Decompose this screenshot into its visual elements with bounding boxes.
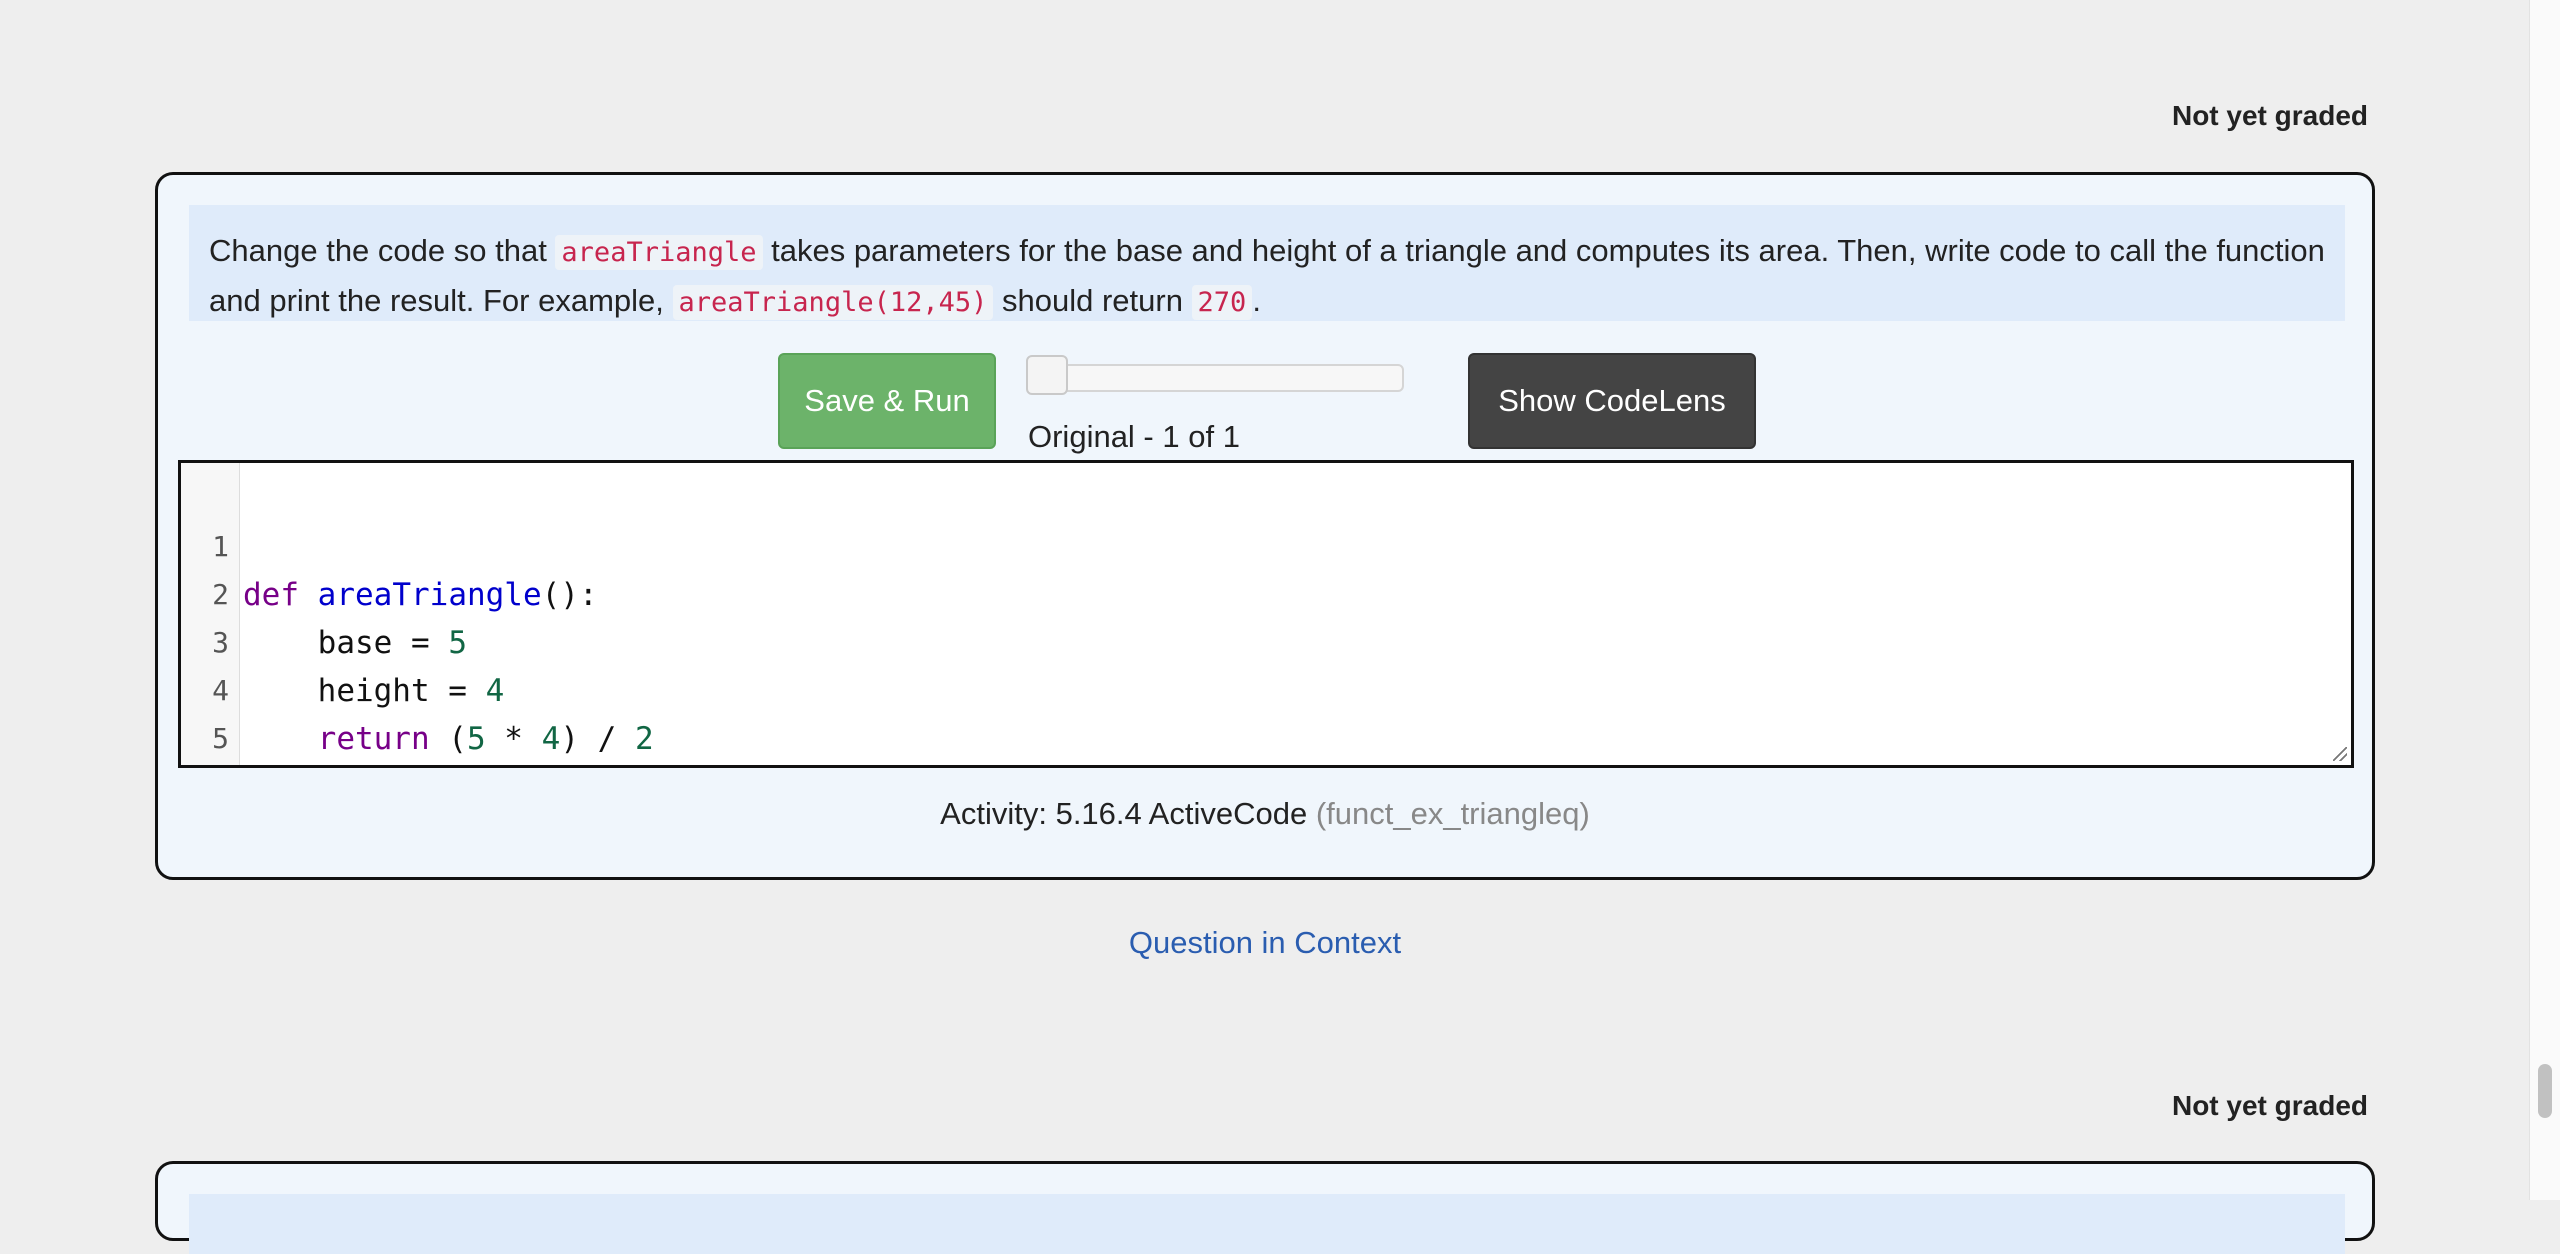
code-line[interactable]: 2 base = 5	[181, 523, 2351, 571]
activity-id: (funct_ex_triangleq)	[1316, 796, 1590, 831]
code-line[interactable]: 4 return (5 * 4) / 2	[181, 619, 2351, 667]
line-number: 6	[181, 763, 229, 768]
history-slider[interactable]	[1028, 364, 1404, 392]
code-line[interactable]: 5	[181, 667, 2351, 715]
activecode-card	[155, 1161, 2375, 1241]
version-label: Original - 1 of 1	[1028, 419, 1240, 455]
activity-caption: Activity: 5.16.4 ActiveCode (funct_ex_tr…	[158, 796, 2372, 832]
question-prompt: Change the code so that areaTriangle tak…	[189, 205, 2345, 321]
grade-status: Not yet graded	[2172, 100, 2368, 132]
inline-code: 270	[1192, 285, 1253, 320]
resize-grip-icon[interactable]	[2333, 747, 2347, 761]
code-line[interactable]: 1 def areaTriangle():	[181, 475, 2351, 523]
page-scrollbar[interactable]	[2529, 0, 2560, 1200]
scrollbar-thumb[interactable]	[2538, 1064, 2552, 1118]
prompt-text: Change the code so that	[209, 233, 555, 268]
inline-code: areaTriangle	[555, 235, 762, 270]
prompt-text: .	[1252, 283, 1261, 318]
prompt-text: should return	[993, 283, 1191, 318]
activecode-card: Change the code so that areaTriangle tak…	[155, 172, 2375, 880]
code-line[interactable]: 3 height = 4	[181, 571, 2351, 619]
activity-label: Activity: 5.16.4 ActiveCode	[940, 796, 1316, 831]
question-in-context-link[interactable]: Question in Context	[0, 925, 2530, 961]
inline-code: areaTriangle(12,45)	[673, 285, 994, 320]
code-line[interactable]: 6	[181, 715, 2351, 763]
show-codelens-button[interactable]: Show CodeLens	[1468, 353, 1756, 449]
save-and-run-button[interactable]: Save & Run	[778, 353, 996, 449]
history-slider-handle[interactable]	[1026, 355, 1068, 395]
code-editor[interactable]: 1 def areaTriangle(): 2 base = 5 3 heigh…	[178, 460, 2354, 768]
grade-status: Not yet graded	[2172, 1090, 2368, 1122]
question-prompt	[189, 1194, 2345, 1254]
